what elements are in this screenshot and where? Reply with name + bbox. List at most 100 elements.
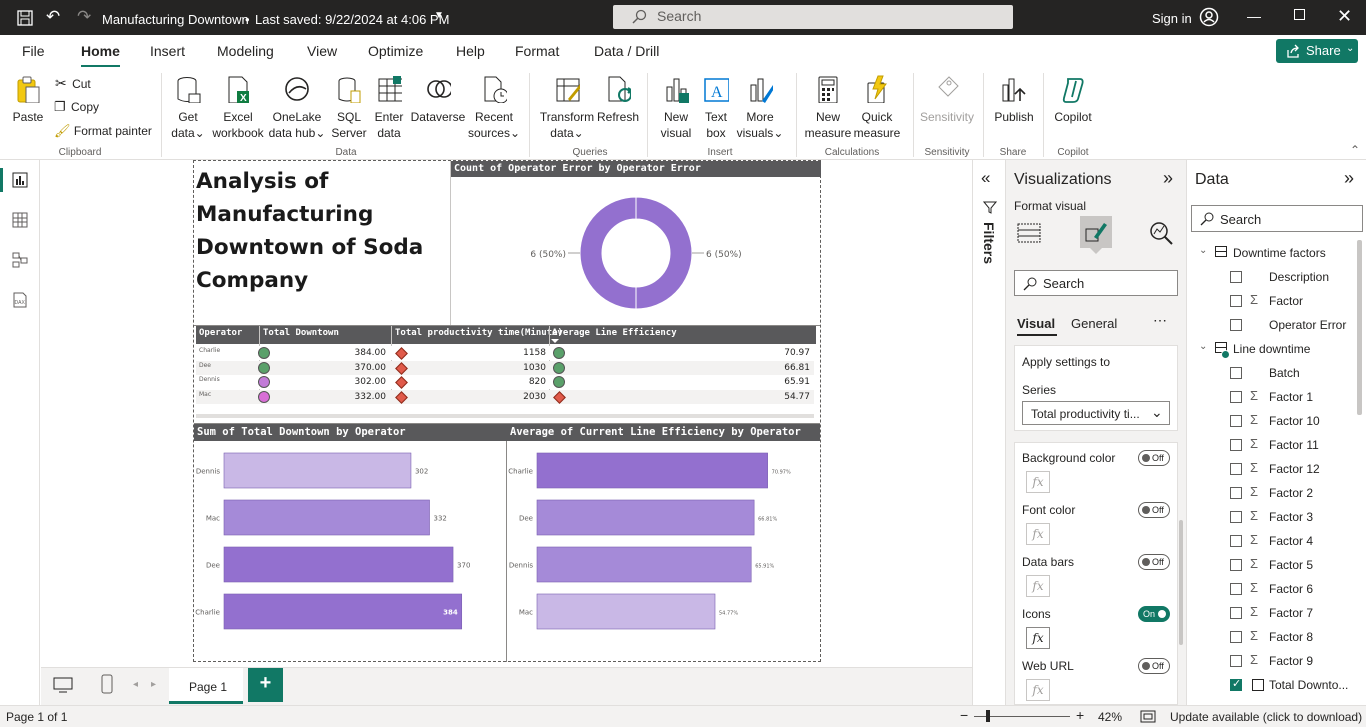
matrix-visual[interactable]: Operator Total Downtown Total productivi… bbox=[194, 325, 820, 421]
zoom-slider-thumb[interactable] bbox=[986, 710, 990, 722]
maximize-icon[interactable] bbox=[1294, 9, 1305, 20]
toggle-switch[interactable]: On bbox=[1138, 606, 1170, 622]
conditional-format-button[interactable]: fx bbox=[1026, 679, 1050, 701]
new-measure-button[interactable]: New measure bbox=[804, 75, 852, 141]
sensitivity-button[interactable]: Sensitivity bbox=[919, 75, 975, 125]
efficiency-bar-chart[interactable]: Charlie 70.97% Dee 66.81% Dennis 65.91% Mac 54.… bbox=[507, 441, 820, 663]
downtime-bar-chart[interactable]: Dennis 302 Mac 332 Dee 370 Charlie 384 bbox=[194, 441, 507, 663]
field-checkbox[interactable] bbox=[1230, 391, 1242, 403]
table-node[interactable]: ⌄ Line downtime bbox=[1195, 337, 1355, 361]
tab-modeling[interactable]: Modeling bbox=[217, 43, 274, 59]
data-search-input[interactable]: Search bbox=[1191, 205, 1363, 232]
sort-arrow-icon[interactable] bbox=[551, 339, 559, 343]
zoom-in-icon[interactable]: + bbox=[1076, 707, 1084, 723]
mobile-layout-icon[interactable] bbox=[101, 674, 113, 694]
donut-visual[interactable]: Count of Operator Error by Operator Erro… bbox=[450, 161, 821, 325]
field-item[interactable]: Batch bbox=[1195, 361, 1355, 385]
donut-chart[interactable]: 6 (50%) 6 (50%) bbox=[451, 177, 821, 325]
field-item[interactable]: Σ Factor 11 bbox=[1195, 433, 1355, 457]
redo-icon[interactable]: ↷ bbox=[77, 7, 91, 27]
refresh-button[interactable]: Refresh bbox=[597, 75, 639, 125]
format-painter-button[interactable]: 🖌 Format painter bbox=[54, 123, 152, 139]
dataverse-button[interactable]: Dataverse bbox=[410, 75, 466, 125]
tab-file[interactable]: File bbox=[22, 43, 45, 59]
tab-format[interactable]: Format bbox=[515, 43, 559, 59]
more-visuals-button[interactable]: More visuals⌄ bbox=[736, 75, 784, 141]
matrix-col-downtime[interactable]: Total Downtown bbox=[263, 328, 339, 338]
collapse-ribbon-icon[interactable]: ⌃ bbox=[1350, 143, 1360, 157]
share-button[interactable]: Share ⌄ bbox=[1276, 39, 1358, 63]
field-checkbox[interactable] bbox=[1230, 511, 1242, 523]
minimize-icon[interactable]: — bbox=[1247, 8, 1261, 24]
desktop-layout-icon[interactable] bbox=[53, 677, 73, 693]
field-checkbox[interactable] bbox=[1230, 535, 1242, 547]
tab-visual[interactable]: Visual bbox=[1017, 316, 1055, 331]
copy-button[interactable]: ❐ Copy bbox=[54, 99, 99, 115]
sql-server-button[interactable]: SQL Server bbox=[330, 75, 368, 141]
matrix-row[interactable]: Mac 332.00 2030 54.77 bbox=[196, 389, 814, 404]
publish-button[interactable]: Publish bbox=[992, 75, 1036, 125]
field-checkbox[interactable] bbox=[1230, 463, 1242, 475]
zoom-out-icon[interactable]: − bbox=[960, 707, 968, 723]
field-item[interactable]: Σ Factor 6 bbox=[1195, 577, 1355, 601]
tab-insert[interactable]: Insert bbox=[150, 43, 185, 59]
toggle-switch[interactable]: Off bbox=[1138, 554, 1170, 570]
field-checkbox[interactable] bbox=[1230, 655, 1242, 667]
field-checkbox[interactable] bbox=[1230, 583, 1242, 595]
tab-home[interactable]: Home bbox=[81, 43, 120, 68]
efficiency-bar-visual[interactable]: Average of Current Line Efficiency by Op… bbox=[507, 423, 820, 662]
undo-icon[interactable]: ↶ bbox=[46, 7, 60, 27]
enter-data-button[interactable]: Enter data bbox=[371, 75, 407, 141]
conditional-format-button[interactable]: fx bbox=[1026, 523, 1050, 545]
field-checkbox[interactable] bbox=[1230, 631, 1242, 643]
conditional-format-button[interactable]: fx bbox=[1026, 471, 1050, 493]
prev-page-icon[interactable]: ◂ bbox=[133, 679, 138, 690]
expand-filters-icon[interactable]: « bbox=[981, 168, 990, 188]
field-checkbox[interactable] bbox=[1230, 559, 1242, 571]
tab-data-drill[interactable]: Data / Drill bbox=[594, 43, 659, 59]
field-checkbox[interactable] bbox=[1230, 319, 1242, 331]
field-checkbox[interactable] bbox=[1230, 295, 1242, 307]
field-item[interactable]: Σ Factor 5 bbox=[1195, 553, 1355, 577]
fit-to-page-icon[interactable] bbox=[1140, 710, 1156, 723]
toggle-switch[interactable]: Off bbox=[1138, 502, 1170, 518]
collapse-data-icon[interactable]: » bbox=[1344, 168, 1354, 189]
page-tab[interactable]: Page 1 bbox=[169, 668, 243, 704]
field-item[interactable]: Σ Factor 7 bbox=[1195, 601, 1355, 625]
toggle-switch[interactable]: Off bbox=[1138, 450, 1170, 466]
filters-pane-collapsed[interactable]: « Filters bbox=[972, 160, 1004, 705]
copilot-button[interactable]: Copilot bbox=[1050, 75, 1096, 125]
field-checkbox[interactable] bbox=[1230, 271, 1242, 283]
text-box-button[interactable]: A Text box bbox=[698, 75, 734, 141]
field-item[interactable]: Operator Error bbox=[1195, 313, 1355, 337]
field-checkbox[interactable]: ✓ bbox=[1230, 678, 1242, 691]
save-icon[interactable] bbox=[17, 10, 33, 26]
chevron-down-icon[interactable]: ▼ bbox=[434, 10, 444, 21]
field-checkbox[interactable] bbox=[1230, 487, 1242, 499]
field-item[interactable]: Description bbox=[1195, 265, 1355, 289]
get-data-button[interactable]: Get data⌄ bbox=[168, 75, 208, 141]
tab-help[interactable]: Help bbox=[456, 43, 485, 59]
viz-search-input[interactable]: Search bbox=[1014, 270, 1178, 296]
dax-query-view-icon[interactable]: DAX bbox=[12, 292, 28, 308]
matrix-col-operator[interactable]: Operator bbox=[199, 328, 242, 338]
transform-data-button[interactable]: Transform data⌄ bbox=[538, 75, 596, 141]
search-input[interactable]: Search bbox=[613, 5, 1013, 29]
viz-scrollbar[interactable] bbox=[1179, 520, 1183, 645]
matrix-row[interactable]: Dennis 302.00 820 65.91 bbox=[196, 375, 814, 389]
matrix-row[interactable]: Charlie 384.00 1158 70.97 bbox=[196, 346, 814, 360]
field-item[interactable]: Σ Factor bbox=[1195, 289, 1355, 313]
next-page-icon[interactable]: ▸ bbox=[151, 679, 156, 690]
tab-general[interactable]: General bbox=[1071, 316, 1117, 331]
collapse-viz-icon[interactable]: » bbox=[1163, 168, 1173, 189]
build-visual-icon[interactable] bbox=[1016, 220, 1044, 246]
toggle-switch[interactable]: Off bbox=[1138, 658, 1170, 674]
field-item[interactable]: Σ Factor 12 bbox=[1195, 457, 1355, 481]
report-page[interactable]: Analysis of Manufacturing Downtown of So… bbox=[193, 160, 821, 662]
new-visual-button[interactable]: New visual bbox=[656, 75, 696, 141]
sign-in-link[interactable]: Sign in bbox=[1152, 11, 1192, 26]
report-view-icon[interactable] bbox=[12, 172, 28, 188]
update-available-link[interactable]: Update available (click to download) bbox=[1170, 710, 1362, 724]
field-item[interactable]: Σ Factor 8 bbox=[1195, 625, 1355, 649]
cut-button[interactable]: ✂ Cut bbox=[55, 75, 91, 92]
